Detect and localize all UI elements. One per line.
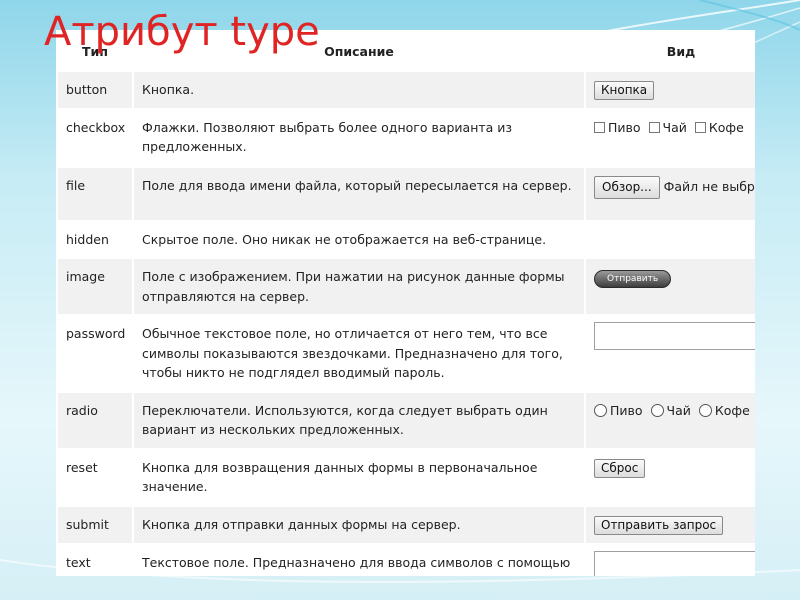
table-row-reset: reset Кнопка для возвращения данных форм… [56,447,755,507]
checkbox-label: Чай [662,119,687,135]
description-cell: Кнопка для возвращения данных формы в пе… [132,447,586,507]
type-cell: reset [56,447,134,507]
type-attribute-table: Тип Описание Вид button Кнопка. Кнопка c… [56,30,755,576]
browse-button[interactable]: Обзор... [594,175,660,199]
radio-label: Кофе [714,402,750,418]
radio-coffee[interactable] [698,403,712,417]
description-cell: Поле для ввода имени файла, который пере… [132,165,586,222]
description-cell: Флажки. Позволяют выбрать более одного в… [132,107,586,168]
description-cell: Кнопка для отправки данных формы на серв… [132,504,586,545]
description-cell: Текстовое поле. Предназначено для ввода … [132,542,586,576]
submit-button[interactable]: Отправить запрос [594,515,724,535]
checkbox-label: Кофе [708,119,744,135]
table-row-password: password Обычное текстовое поле, но отли… [56,314,755,393]
table-row-hidden: hidden Скрытое поле. Оно никак не отобра… [56,219,755,259]
type-cell: submit [56,504,134,545]
type-cell: button [56,69,134,110]
type-cell: text [56,542,134,576]
description-cell: Переключатели. Используются, когда следу… [132,390,586,450]
table-row-file: file Поле для ввода имени файла, который… [56,165,755,222]
radio-beer[interactable] [594,403,607,417]
table-row-button: button Кнопка. Кнопка [56,69,755,110]
table-row-radio: radio Переключатели. Используются, когда… [56,390,755,450]
type-cell: password [56,314,134,393]
table-row-text: text Текстовое поле. Предназначено для в… [56,542,755,576]
slide-title: Атрибут type [44,9,320,55]
checkbox-tea[interactable] [648,121,660,133]
view-cell: Обзор... Файл не выбр [584,165,755,222]
view-cell: Отправить запрос [584,504,755,545]
checkbox-coffee[interactable] [694,121,706,133]
type-cell: hidden [56,219,134,259]
view-cell: Пиво Чай Кофе [584,390,755,450]
radio-tea[interactable] [650,403,664,417]
type-attribute-table-panel: Тип Описание Вид button Кнопка. Кнопка c… [56,30,755,576]
type-cell: checkbox [56,107,134,168]
table-row-checkbox: checkbox Флажки. Позволяют выбрать более… [56,107,755,168]
demo-button[interactable]: Кнопка [594,80,655,100]
table-row-submit: submit Кнопка для отправки данных формы … [56,504,755,545]
view-cell [584,542,755,576]
type-cell: image [56,257,134,316]
text-input[interactable] [594,550,755,576]
view-cell: Кнопка [584,69,755,110]
table-row-image: image Поле с изображением. При нажатии н… [56,257,755,316]
password-input[interactable] [594,322,755,350]
type-cell: radio [56,390,134,450]
description-cell: Скрытое поле. Оно никак не отображается … [132,219,586,259]
description-cell: Обычное текстовое поле, но отличается от… [132,314,586,393]
checkbox-beer[interactable] [594,121,605,133]
header-view: Вид [584,30,755,72]
view-cell: Пиво Чай Кофе [584,107,755,168]
reset-button[interactable]: Сброс [594,458,646,478]
description-cell: Кнопка. [132,69,586,110]
view-cell [584,314,755,393]
description-cell: Поле с изображением. При нажатии на рису… [132,257,586,316]
checkbox-label: Пиво [608,119,641,135]
view-cell: Сброс [584,447,755,507]
type-cell: file [56,165,134,222]
radio-label: Пиво [610,402,643,418]
image-submit-button[interactable]: Отправить [594,270,672,288]
radio-label: Чай [666,402,691,418]
view-cell: Отправить [584,257,755,316]
file-status-text: Файл не выбр [663,178,755,194]
view-cell [584,219,755,259]
